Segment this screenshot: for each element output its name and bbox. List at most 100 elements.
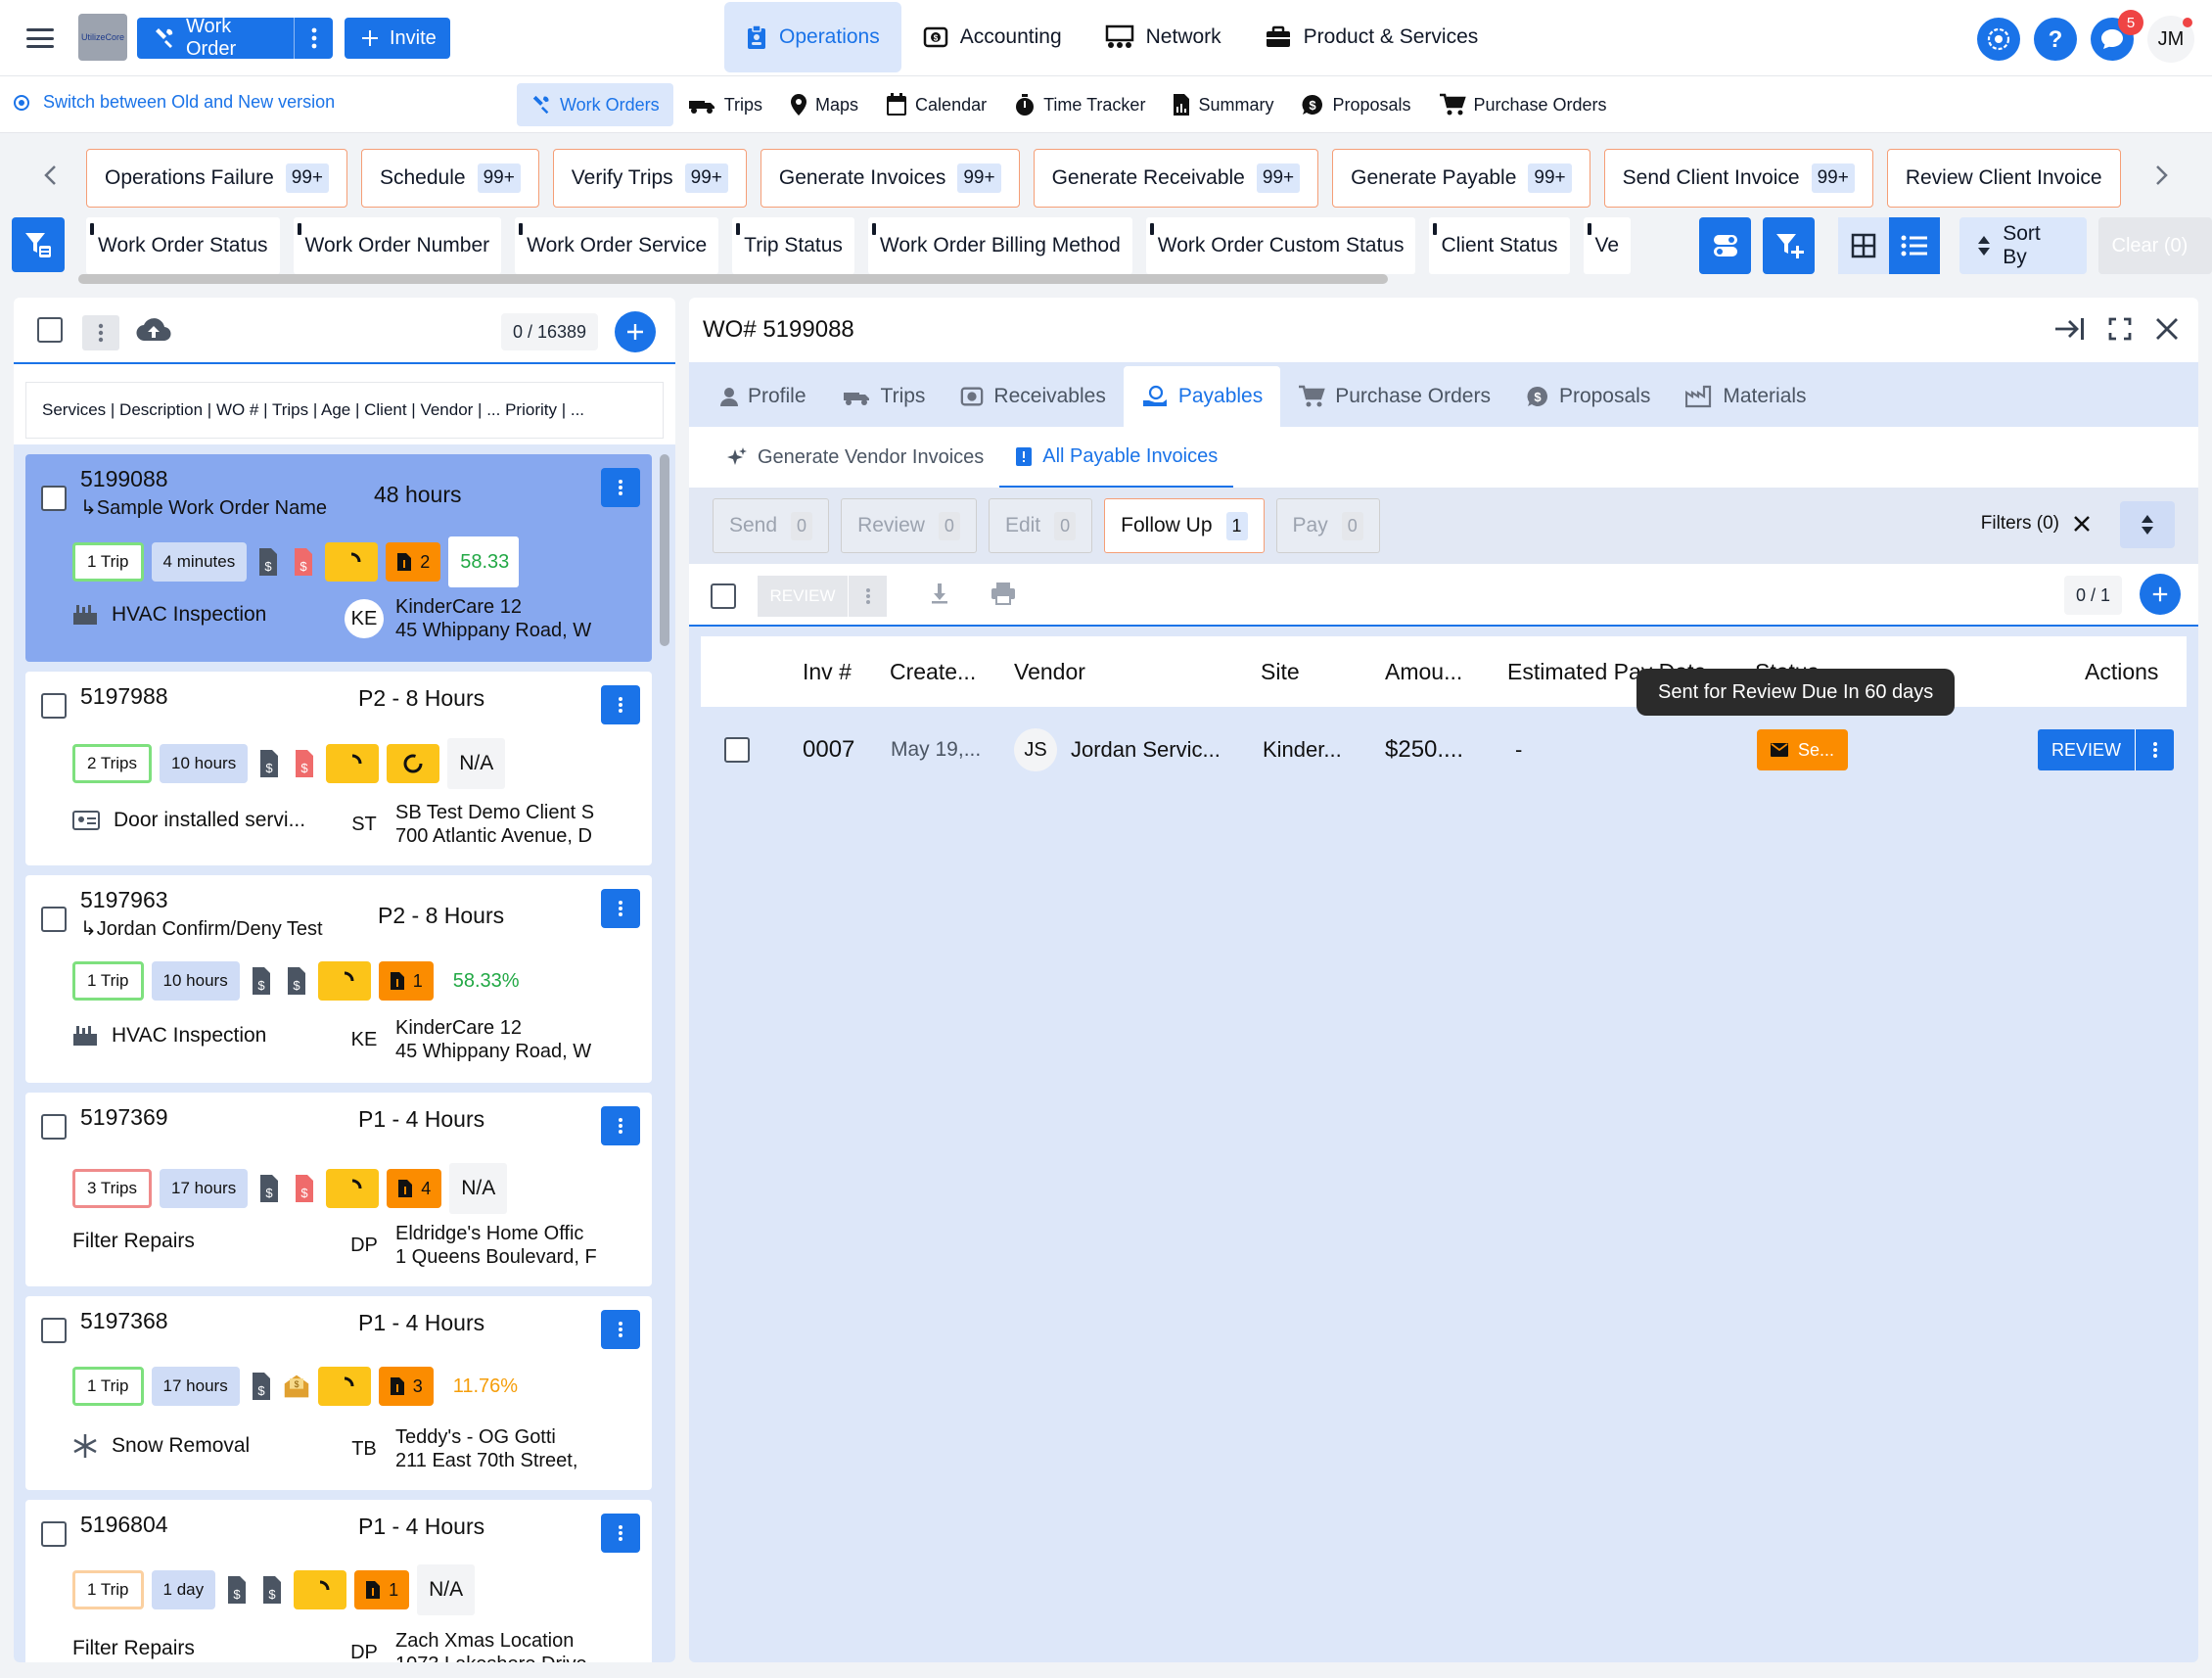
bulk-review-button[interactable]: REVIEW [758, 576, 887, 617]
queue-chip-send-client-invoice[interactable]: Send Client Invoice 99+ [1603, 149, 1873, 208]
work-order-card[interactable]: 5197369 P1 - 4 Hours 3 Trips 17 hours $ … [25, 1093, 652, 1286]
filters-toggle[interactable]: Filters (0) [1981, 513, 2091, 535]
invite-button[interactable]: Invite [345, 18, 450, 59]
filter-work-order-billing-method[interactable]: Work Order Billing Method [867, 217, 1132, 274]
tab-materials[interactable]: Materials [1668, 366, 1823, 427]
work-order-card[interactable]: 5197368 P1 - 4 Hours 1 Trip 17 hours $ $… [25, 1296, 652, 1490]
queue-chip-review-client-invoice[interactable]: Review Client Invoice [1886, 149, 2121, 208]
bulk-actions-button[interactable] [82, 315, 119, 350]
menu-icon[interactable] [23, 23, 57, 53]
compass-button[interactable] [1977, 18, 2020, 61]
subnav-trips[interactable]: Trips [673, 83, 776, 126]
row-review-button[interactable]: REVIEW [2038, 729, 2175, 770]
header-site[interactable]: Site [1261, 659, 1300, 685]
card-menu-button[interactable] [601, 1106, 640, 1145]
grid-view-button[interactable] [1838, 217, 1890, 274]
row-checkbox[interactable] [724, 737, 750, 763]
filter-work-order-number[interactable]: Work Order Number [293, 217, 502, 274]
table-row[interactable]: 0007 May 19,... JS Jordan Servic... Kind… [701, 707, 2187, 793]
queue-chip-generate-receivable[interactable]: Generate Receivable 99+ [1033, 149, 1319, 208]
header-inv[interactable]: Inv # [803, 659, 852, 685]
card-menu-button[interactable] [601, 1514, 640, 1553]
filter-settings-button[interactable] [12, 217, 65, 272]
work-order-card[interactable]: 5197988 P2 - 8 Hours 2 Trips 10 hours $ … [25, 672, 652, 865]
card-menu-button[interactable] [601, 468, 640, 507]
add-work-order-button[interactable] [615, 311, 656, 352]
add-invoice-button[interactable] [2140, 574, 2181, 615]
subnav-calendar[interactable]: Calendar [872, 83, 1000, 126]
queue-chip-generate-payable[interactable]: Generate Payable 99+ [1332, 149, 1590, 208]
card-checkbox[interactable] [41, 693, 67, 719]
nav-accounting[interactable]: $ Accounting [901, 2, 1083, 72]
close-icon[interactable] [2073, 515, 2091, 533]
subnav-maps[interactable]: Maps [776, 83, 872, 126]
sort-by-button[interactable]: Sort By [1959, 217, 2087, 274]
queue-prev-button[interactable] [35, 161, 65, 190]
select-all-checkbox[interactable] [37, 317, 63, 343]
work-order-more-button[interactable] [294, 18, 333, 59]
queue-chip-generate-invoices[interactable]: Generate Invoices 99+ [760, 149, 1020, 208]
tab-payables[interactable]: Payables [1123, 366, 1281, 427]
action-chip-review[interactable]: Review 0 [841, 498, 977, 553]
subnav-summary[interactable]: Summary [1159, 83, 1287, 126]
list-view-button[interactable] [1889, 217, 1941, 274]
card-menu-button[interactable] [601, 889, 640, 928]
queue-next-button[interactable] [2147, 161, 2177, 190]
sort-toggle-button[interactable] [2120, 501, 2175, 548]
nav-network[interactable]: Network [1083, 2, 1243, 72]
user-avatar[interactable]: JM [2147, 16, 2194, 63]
toggle-filters-button[interactable] [1699, 217, 1752, 274]
subnav-work-orders[interactable]: Work Orders [517, 83, 673, 126]
header-vendor[interactable]: Vendor [1014, 659, 1085, 685]
filter-vendor[interactable]: Ve [1583, 217, 1632, 274]
filter-scrollbar[interactable] [78, 274, 1388, 284]
row-more-button[interactable] [2135, 729, 2175, 770]
subnav-time-tracker[interactable]: Time Tracker [1000, 83, 1159, 126]
card-checkbox[interactable] [41, 486, 67, 511]
help-button[interactable]: ? [2034, 18, 2077, 61]
add-filter-button[interactable] [1763, 217, 1816, 274]
list-scrollbar[interactable] [660, 454, 669, 646]
bulk-review-more-button[interactable] [848, 576, 887, 617]
nav-operations[interactable]: Operations [724, 2, 901, 72]
close-icon[interactable] [2155, 317, 2179, 341]
tab-profile[interactable]: Profile [703, 366, 824, 427]
subtab-generate-vendor-invoices[interactable]: Generate Vendor Invoices [711, 427, 999, 488]
card-checkbox[interactable] [41, 1114, 67, 1140]
chat-button[interactable]: 5 [2091, 10, 2143, 61]
filter-trip-status[interactable]: Trip Status [732, 217, 854, 274]
subnav-purchase-orders[interactable]: Purchase Orders [1425, 83, 1621, 126]
header-created[interactable]: Create... [890, 659, 988, 685]
action-chip-send[interactable]: Send 0 [713, 498, 830, 553]
print-icon[interactable] [991, 582, 1016, 605]
column-selector[interactable]: Services | Description | WO # | Trips | … [25, 382, 664, 439]
work-order-card[interactable]: 5196804 P1 - 4 Hours 1 Trip 1 day $ $ 1 … [25, 1500, 652, 1662]
header-amount[interactable]: Amou... [1385, 659, 1483, 685]
tab-receivables[interactable]: Receivables [943, 366, 1123, 427]
tab-proposals[interactable]: $ Proposals [1508, 366, 1668, 427]
tab-trips[interactable]: Trips [824, 366, 944, 427]
filter-work-order-service[interactable]: Work Order Service [515, 217, 719, 274]
version-switch[interactable]: Switch between Old and New version [14, 92, 335, 113]
card-checkbox[interactable] [41, 907, 67, 932]
action-chip-edit[interactable]: Edit 0 [988, 498, 1093, 553]
queue-chip-verify-trips[interactable]: Verify Trips 99+ [552, 149, 747, 208]
cloud-upload-button[interactable] [135, 315, 172, 345]
card-checkbox[interactable] [41, 1318, 67, 1343]
card-checkbox[interactable] [41, 1521, 67, 1547]
queue-chip-schedule[interactable]: Schedule 99+ [360, 149, 539, 208]
fullscreen-icon[interactable] [2108, 317, 2132, 341]
filter-client-status[interactable]: Client Status [1429, 217, 1570, 274]
queue-chip-operations-failure[interactable]: Operations Failure 99+ [86, 149, 347, 208]
download-icon[interactable] [930, 582, 949, 605]
company-logo[interactable]: UtilizeCore [78, 14, 127, 61]
action-chip-pay[interactable]: Pay 0 [1275, 498, 1380, 553]
clear-filters-button[interactable]: Clear (0) [2097, 217, 2212, 274]
card-menu-button[interactable] [601, 1310, 640, 1349]
work-order-card[interactable]: 5197963 ↳Jordan Confirm/Deny Test P2 - 8… [25, 875, 652, 1083]
action-chip-follow-up[interactable]: Follow Up 1 [1104, 498, 1265, 553]
work-order-button[interactable]: Work Order [137, 16, 333, 60]
collapse-panel-icon[interactable] [2053, 315, 2085, 343]
nav-product-services[interactable]: Product & Services [1243, 2, 1500, 72]
status-chip[interactable]: Se... [1757, 729, 1849, 770]
